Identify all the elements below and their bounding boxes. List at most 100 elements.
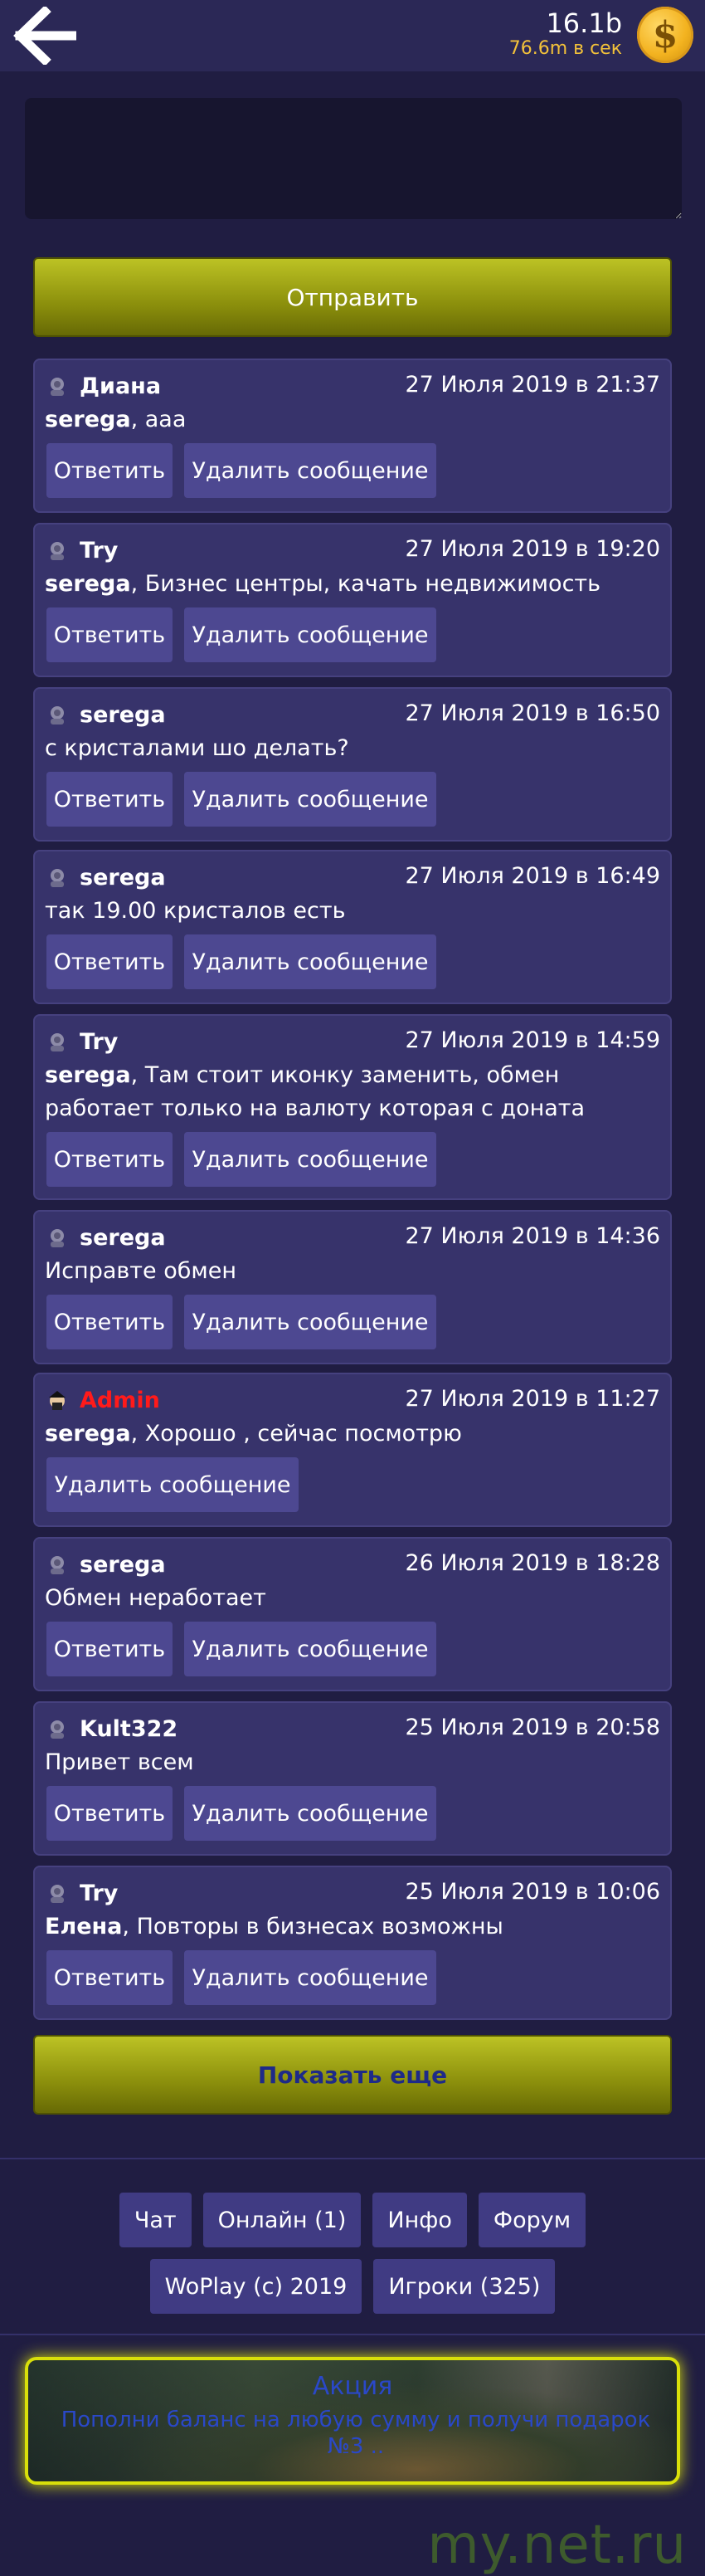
message-actions: Удалить сообщение — [46, 1457, 299, 1512]
footer-nav-2: WoPlay (c) 2019 Игроки (325) — [0, 2259, 705, 2314]
message-actions: Ответить Удалить сообщение — [46, 1132, 436, 1187]
user-avatar-icon — [51, 1885, 64, 1903]
delete-message-button[interactable]: Удалить сообщение — [184, 443, 436, 498]
players-link[interactable]: Игроки (325) — [373, 2259, 556, 2314]
message-mention: Елена — [45, 1914, 123, 1939]
message-body: Обмен неработает — [45, 1585, 266, 1611]
message-author[interactable]: Диана — [80, 373, 161, 399]
message-mention: serega — [45, 407, 131, 432]
delete-message-button[interactable]: Удалить сообщение — [184, 1622, 436, 1676]
message-header: serega — [46, 700, 166, 729]
message-header: Диана — [46, 372, 161, 400]
message-text: serega, Там стоит иконку заменить, обмен… — [45, 1059, 667, 1125]
dollar-coin-icon: $ — [637, 7, 693, 63]
message-author[interactable]: serega — [80, 1225, 166, 1251]
reply-button[interactable]: Ответить — [46, 1786, 173, 1841]
message-author[interactable]: serega — [80, 865, 166, 890]
copyright-link[interactable]: WoPlay (c) 2019 — [149, 2259, 362, 2314]
promo-banner[interactable]: Акция Пополни баланс на любую сумму и по… — [25, 2357, 680, 2485]
message-actions: Ответить Удалить сообщение — [46, 772, 436, 827]
message-date: 25 Июля 2019 в 10:06 — [405, 1879, 660, 1905]
reply-button[interactable]: Ответить — [46, 1132, 173, 1187]
message-author[interactable]: serega — [80, 1552, 166, 1578]
message-date: 27 Июля 2019 в 21:37 — [405, 372, 660, 398]
message-text: так 19.00 кристалов есть — [45, 895, 667, 928]
message-card: serega 27 Июля 2019 в 16:50 с кристалами ш… — [33, 687, 672, 842]
back-button[interactable] — [12, 5, 78, 66]
coin-symbol: $ — [652, 13, 678, 56]
info-link[interactable]: Инфо — [372, 2193, 467, 2247]
message-author[interactable]: Try — [80, 1029, 118, 1055]
show-more-button[interactable]: Показать еще — [33, 2035, 672, 2115]
message-header: serega — [46, 1223, 166, 1251]
message-author[interactable]: Try — [80, 538, 118, 564]
delete-message-button[interactable]: Удалить сообщение — [184, 1950, 436, 2005]
balance-display: 16.1b 76.6m в сек — [509, 8, 622, 60]
delete-message-button[interactable]: Удалить сообщение — [184, 1786, 436, 1841]
balance-rate: 76.6m в сек — [508, 38, 622, 59]
message-actions: Ответить Удалить сообщение — [46, 934, 436, 989]
message-card: Try 27 Июля 2019 в 14:59 serega, Там стоит… — [33, 1014, 672, 1200]
message-body: , Бизнес центры, качать недвижимость — [130, 571, 601, 597]
forum-link[interactable]: Форум — [478, 2193, 586, 2247]
promo-text: Пополни баланс на любую сумму и получи п… — [61, 2408, 651, 2459]
user-avatar-icon — [51, 1033, 64, 1051]
message-mention: serega — [45, 1421, 131, 1447]
message-author[interactable]: Kult322 — [80, 1716, 177, 1742]
reply-button[interactable]: Ответить — [46, 607, 173, 662]
message-header: serega — [46, 863, 166, 891]
delete-message-button[interactable]: Удалить сообщение — [184, 607, 436, 662]
message-actions: Ответить Удалить сообщение — [46, 1295, 436, 1349]
message-card: serega 27 Июля 2019 в 14:36 Исправте обмен… — [33, 1210, 672, 1364]
message-input[interactable] — [25, 98, 682, 219]
message-card: Kult322 25 Июля 2019 в 20:58 Привет всем От… — [33, 1701, 672, 1856]
message-date: 27 Июля 2019 в 11:27 — [405, 1386, 660, 1412]
message-mention: serega — [45, 1062, 131, 1088]
message-header: Kult322 — [46, 1715, 177, 1743]
delete-message-button[interactable]: Удалить сообщение — [184, 772, 436, 827]
message-actions: Ответить Удалить сообщение — [46, 1786, 436, 1841]
reply-button[interactable]: Ответить — [46, 772, 173, 827]
online-link[interactable]: Онлайн (1) — [202, 2193, 362, 2247]
footer-divider — [0, 2158, 705, 2159]
message-body: с кристалами шо делать? — [45, 735, 349, 761]
reply-button[interactable]: Ответить — [46, 443, 173, 498]
message-header: Try — [46, 536, 118, 564]
footer-nav: Чат Онлайн (1) Инфо Форум — [0, 2193, 705, 2247]
promo-title: Акция — [312, 2372, 393, 2401]
reply-button[interactable]: Ответить — [46, 1950, 173, 2005]
user-avatar-icon — [51, 1720, 64, 1739]
send-button[interactable]: Отправить — [33, 257, 672, 337]
message-text: с кристалами шо делать? — [45, 732, 667, 765]
message-author[interactable]: Admin — [80, 1388, 160, 1413]
chat-link[interactable]: Чат — [119, 2193, 192, 2247]
message-text: Елена, Повторы в бизнесах возможны — [45, 1910, 667, 1944]
message-actions: Ответить Удалить сообщение — [46, 1950, 436, 2005]
delete-message-button[interactable]: Удалить сообщение — [184, 934, 436, 989]
reply-button[interactable]: Ответить — [46, 1295, 173, 1349]
message-date: 27 Июля 2019 в 14:36 — [405, 1223, 660, 1249]
delete-message-button[interactable]: Удалить сообщение — [184, 1132, 436, 1187]
message-date: 27 Июля 2019 в 14:59 — [405, 1027, 660, 1053]
message-date: 27 Июля 2019 в 16:50 — [405, 700, 660, 726]
reply-button[interactable]: Ответить — [46, 934, 173, 989]
promo-divider — [0, 2334, 705, 2335]
user-avatar-icon — [51, 706, 64, 724]
message-actions: Ответить Удалить сообщение — [46, 443, 436, 498]
user-avatar-icon — [51, 1556, 64, 1574]
message-header: Try — [46, 1879, 118, 1907]
arrow-left-icon — [13, 5, 78, 66]
message-date: 25 Июля 2019 в 20:58 — [405, 1715, 660, 1740]
message-header: serega — [46, 1550, 166, 1578]
message-author[interactable]: serega — [80, 702, 166, 728]
message-author[interactable]: Try — [80, 1881, 118, 1906]
message-actions: Ответить Удалить сообщение — [46, 1622, 436, 1676]
user-avatar-icon — [51, 378, 64, 396]
message-text: Исправте обмен — [45, 1255, 667, 1288]
delete-message-button[interactable]: Удалить сообщение — [46, 1457, 299, 1512]
message-card: Try 25 Июля 2019 в 10:06 Елена, Повторы в … — [33, 1866, 672, 2020]
watermark: my.net.ru — [427, 2515, 687, 2576]
message-text: serega, ааа — [45, 403, 667, 437]
reply-button[interactable]: Ответить — [46, 1622, 173, 1676]
delete-message-button[interactable]: Удалить сообщение — [184, 1295, 436, 1349]
